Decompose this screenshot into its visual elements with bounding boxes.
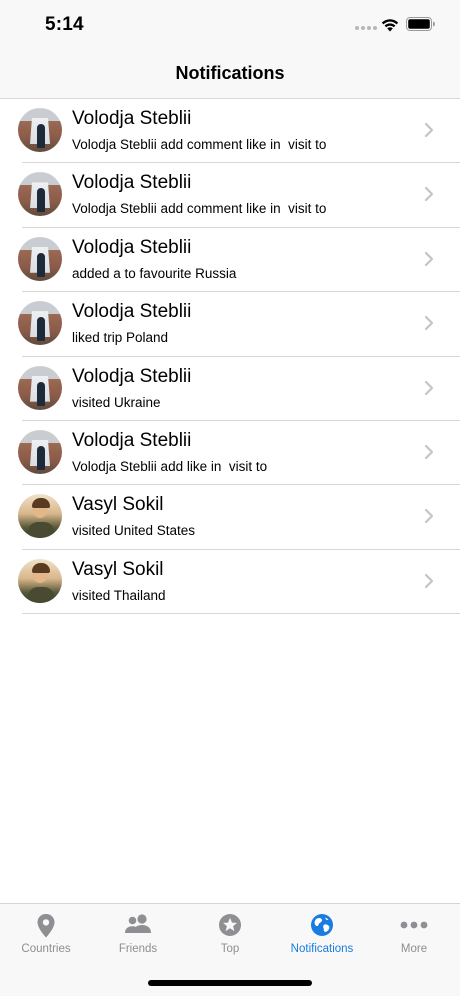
notification-user-name: Volodja Steblii	[72, 108, 192, 129]
home-indicator[interactable]	[148, 980, 312, 986]
avatar	[18, 236, 62, 281]
tab-label: More	[400, 943, 428, 955]
notification-text: added a to favourite Russia	[72, 265, 237, 281]
notification-text: liked trip Poland	[72, 330, 169, 346]
page-title: Notifications	[175, 63, 285, 83]
wifi-icon	[381, 19, 399, 32]
navigation-bar: Notifications	[0, 50, 460, 99]
chevron-right-icon	[424, 251, 434, 266]
tab-label: Countries	[21, 943, 71, 955]
notification-user-name: Volodja Steblii	[72, 236, 192, 258]
chevron-right-icon	[424, 187, 434, 202]
avatar	[18, 108, 62, 152]
tab-label: Friends	[118, 943, 158, 955]
notifications-screen: 5:14 Notifications Volodja Steblii Volod…	[0, 0, 460, 996]
star-badge-icon	[219, 914, 241, 936]
notification-user-name: Vasyl Sokil	[72, 558, 164, 580]
chevron-right-icon	[424, 509, 434, 524]
tab-friends[interactable]: Friends	[92, 904, 184, 964]
notification-text: Volodja Steblii add comment like in visi…	[72, 137, 327, 152]
avatar	[18, 558, 62, 603]
avatar	[18, 301, 62, 346]
notification-text: visited United States	[72, 523, 196, 539]
chevron-right-icon	[424, 444, 434, 460]
globe-icon	[311, 914, 333, 936]
map-pin-icon	[37, 914, 55, 938]
signal-dots-icon	[355, 26, 377, 32]
notification-row[interactable]: Volodja Steblii added a to favourite Rus…	[0, 228, 460, 293]
notification-row[interactable]: Vasyl Sokil visited United States	[0, 485, 460, 551]
people-icon	[125, 914, 151, 933]
notification-user-name: Volodja Steblii	[72, 365, 192, 387]
tab-top[interactable]: Top	[184, 904, 276, 964]
avatar	[18, 494, 62, 539]
notification-list: Volodja Steblii Volodja Steblii add comm…	[0, 99, 460, 615]
battery-icon	[406, 17, 435, 31]
notification-row[interactable]: Volodja Steblii Volodja Steblii add comm…	[0, 99, 460, 164]
tab-notifications[interactable]: Notifications	[276, 904, 368, 964]
tab-more[interactable]: More	[368, 904, 460, 964]
notification-user-name: Vasyl Sokil	[72, 494, 164, 516]
status-time: 5:14	[45, 14, 84, 35]
chevron-right-icon	[424, 380, 434, 395]
status-bar: 5:14	[0, 0, 460, 50]
notification-row[interactable]: Volodja Steblii visited Ukraine	[0, 357, 460, 422]
notification-row[interactable]: Volodja Steblii liked trip Poland	[0, 292, 460, 357]
notification-row[interactable]: Vasyl Sokil visited Thailand	[0, 550, 460, 615]
more-dots-icon	[400, 921, 428, 929]
tab-countries[interactable]: Countries	[0, 904, 92, 964]
chevron-right-icon	[424, 316, 434, 331]
avatar	[18, 429, 62, 474]
notification-text: Volodja Steblii add comment like in visi…	[72, 201, 327, 217]
chevron-right-icon	[424, 122, 434, 138]
tab-label: Notifications	[290, 943, 354, 955]
notification-text: visited Thailand	[72, 587, 166, 603]
notification-user-name: Volodja Steblii	[72, 429, 192, 451]
chevron-right-icon	[424, 573, 434, 588]
notification-user-name: Volodja Steblii	[72, 172, 192, 194]
notification-row[interactable]: Volodja Steblii Volodja Steblii add like…	[0, 421, 460, 486]
notification-text: visited Ukraine	[72, 394, 161, 410]
notification-text: Volodja Steblii add like in visit to	[72, 458, 268, 474]
notification-user-name: Volodja Steblii	[72, 301, 192, 323]
tab-label: Top	[220, 943, 240, 955]
avatar	[18, 172, 62, 217]
avatar	[18, 365, 62, 410]
notification-row[interactable]: Volodja Steblii Volodja Steblii add comm…	[0, 163, 460, 229]
